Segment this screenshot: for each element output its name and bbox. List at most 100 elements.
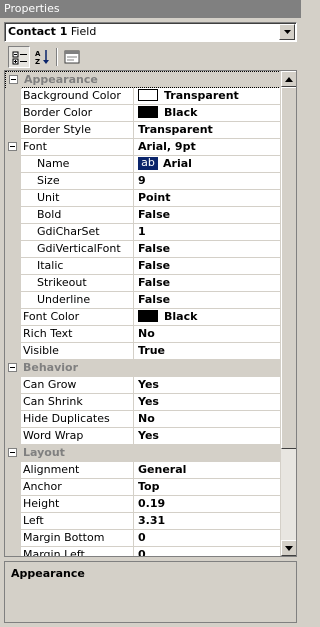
property-value[interactable]: No bbox=[135, 411, 281, 427]
property-name: Can Shrink bbox=[21, 394, 134, 410]
property-name: Font Color bbox=[21, 309, 134, 325]
category-appearance[interactable]: Appearance bbox=[5, 71, 281, 89]
property-value[interactable]: Transparent bbox=[135, 88, 281, 104]
property-value[interactable]: 3.31 bbox=[135, 513, 281, 529]
object-selector[interactable]: Contact 1 Field bbox=[4, 22, 297, 42]
property-row-font-color[interactable]: Font Color Black bbox=[5, 309, 281, 326]
property-value[interactable]: 9 bbox=[135, 173, 281, 189]
categorized-button[interactable] bbox=[8, 46, 30, 68]
property-row-unit[interactable]: Unit Point bbox=[5, 190, 281, 207]
row-gutter bbox=[5, 462, 21, 479]
property-row-border-color[interactable]: Border Color Black bbox=[5, 105, 281, 122]
row-gutter bbox=[5, 530, 21, 547]
alphabetical-button[interactable]: A Z bbox=[32, 46, 54, 68]
property-value[interactable]: Black bbox=[135, 309, 281, 325]
property-value[interactable]: No bbox=[135, 326, 281, 342]
property-row-border-style[interactable]: Border Style Transparent bbox=[5, 122, 281, 139]
property-value-text: True bbox=[138, 344, 166, 357]
row-gutter bbox=[5, 326, 21, 343]
property-row-anchor[interactable]: Anchor Top bbox=[5, 479, 281, 496]
property-row-margin-bottom[interactable]: Margin Bottom 0 bbox=[5, 530, 281, 547]
property-row-strikeout[interactable]: Strikeout False bbox=[5, 275, 281, 292]
property-value[interactable]: Yes bbox=[135, 428, 281, 444]
property-value[interactable]: Arial, 9pt bbox=[135, 139, 281, 155]
property-value[interactable]: Top bbox=[135, 479, 281, 495]
property-row-height[interactable]: Height 0.19 bbox=[5, 496, 281, 513]
property-row-left[interactable]: Left 3.31 bbox=[5, 513, 281, 530]
property-row-size[interactable]: Size 9 bbox=[5, 173, 281, 190]
property-row-rich-text[interactable]: Rich Text No bbox=[5, 326, 281, 343]
property-value[interactable]: Yes bbox=[135, 377, 281, 393]
row-gutter bbox=[5, 224, 21, 241]
property-value[interactable]: Transparent bbox=[135, 122, 281, 138]
collapse-toggle-icon[interactable] bbox=[8, 363, 17, 372]
property-value[interactable]: Black bbox=[135, 105, 281, 121]
property-pages-button[interactable] bbox=[61, 46, 83, 68]
scroll-down-button[interactable] bbox=[281, 540, 296, 556]
property-row-word-wrap[interactable]: Word Wrap Yes bbox=[5, 428, 281, 445]
property-value[interactable]: False bbox=[135, 292, 281, 308]
property-value[interactable]: False bbox=[135, 275, 281, 291]
property-value-text: Yes bbox=[138, 378, 159, 391]
property-value[interactable]: 0 bbox=[135, 547, 281, 556]
property-name: Left bbox=[21, 513, 134, 529]
selector-dropdown-button[interactable] bbox=[279, 24, 295, 40]
property-value-text: 0 bbox=[138, 531, 146, 544]
scroll-down-icon bbox=[285, 546, 293, 551]
property-row-hide-duplicates[interactable]: Hide Duplicates No bbox=[5, 411, 281, 428]
toolbar-separator bbox=[56, 48, 58, 66]
property-name: Margin Bottom bbox=[21, 530, 134, 546]
property-row-underline[interactable]: Underline False bbox=[5, 292, 281, 309]
property-value[interactable]: 1 bbox=[135, 224, 281, 240]
row-gutter bbox=[5, 156, 21, 173]
property-row-can-grow[interactable]: Can Grow Yes bbox=[5, 377, 281, 394]
collapse-toggle-icon[interactable] bbox=[9, 75, 18, 84]
property-value[interactable]: False bbox=[135, 241, 281, 257]
category-label: Layout bbox=[23, 446, 65, 459]
property-value-text: No bbox=[138, 412, 155, 425]
window-title: Properties bbox=[0, 0, 301, 18]
property-value[interactable]: 0 bbox=[135, 530, 281, 546]
property-value[interactable]: False bbox=[135, 258, 281, 274]
property-value-text: False bbox=[138, 259, 171, 272]
property-row-can-shrink[interactable]: Can Shrink Yes bbox=[5, 394, 281, 411]
property-value[interactable]: General bbox=[135, 462, 281, 478]
row-gutter bbox=[5, 394, 21, 411]
object-type: Field bbox=[70, 25, 97, 38]
property-row-bold[interactable]: Bold False bbox=[5, 207, 281, 224]
property-row-background-color[interactable]: Background Color Transparent bbox=[5, 88, 281, 105]
property-value-text: Top bbox=[138, 480, 160, 493]
color-swatch bbox=[138, 89, 158, 101]
property-value[interactable]: True bbox=[135, 343, 281, 359]
property-value[interactable]: 0.19 bbox=[135, 496, 281, 512]
property-value[interactable]: Point bbox=[135, 190, 281, 206]
scroll-up-button[interactable] bbox=[281, 71, 296, 87]
property-row-alignment[interactable]: Alignment General bbox=[5, 462, 281, 479]
property-value-text: 9 bbox=[138, 174, 146, 187]
property-row-visible[interactable]: Visible True bbox=[5, 343, 281, 360]
collapse-toggle-icon[interactable] bbox=[8, 142, 17, 151]
property-value-text: Yes bbox=[138, 429, 159, 442]
property-row-font[interactable]: Font Arial, 9pt bbox=[5, 139, 281, 156]
scroll-thumb[interactable] bbox=[281, 87, 296, 450]
property-name: Hide Duplicates bbox=[21, 411, 134, 427]
vertical-scrollbar[interactable] bbox=[280, 71, 296, 556]
property-row-name[interactable]: Name ab Arial bbox=[5, 156, 281, 173]
description-title: Appearance bbox=[11, 567, 85, 580]
property-value-text: General bbox=[138, 463, 187, 476]
property-value[interactable]: ab Arial bbox=[135, 156, 281, 172]
property-row-gdicharset[interactable]: GdiCharSet 1 bbox=[5, 224, 281, 241]
category-behavior[interactable]: Behavior bbox=[5, 360, 281, 377]
row-gutter bbox=[5, 292, 21, 309]
property-row-margin-left[interactable]: Margin Left 0 bbox=[5, 547, 281, 556]
property-value[interactable]: Yes bbox=[135, 394, 281, 410]
property-name: Margin Left bbox=[21, 547, 134, 556]
property-row-italic[interactable]: Italic False bbox=[5, 258, 281, 275]
property-value[interactable]: False bbox=[135, 207, 281, 223]
row-gutter bbox=[5, 496, 21, 513]
collapse-toggle-icon[interactable] bbox=[8, 448, 17, 457]
row-gutter bbox=[5, 190, 21, 207]
property-row-gdiverticalfont[interactable]: GdiVerticalFont False bbox=[5, 241, 281, 258]
category-layout[interactable]: Layout bbox=[5, 445, 281, 462]
property-name: Word Wrap bbox=[21, 428, 134, 444]
